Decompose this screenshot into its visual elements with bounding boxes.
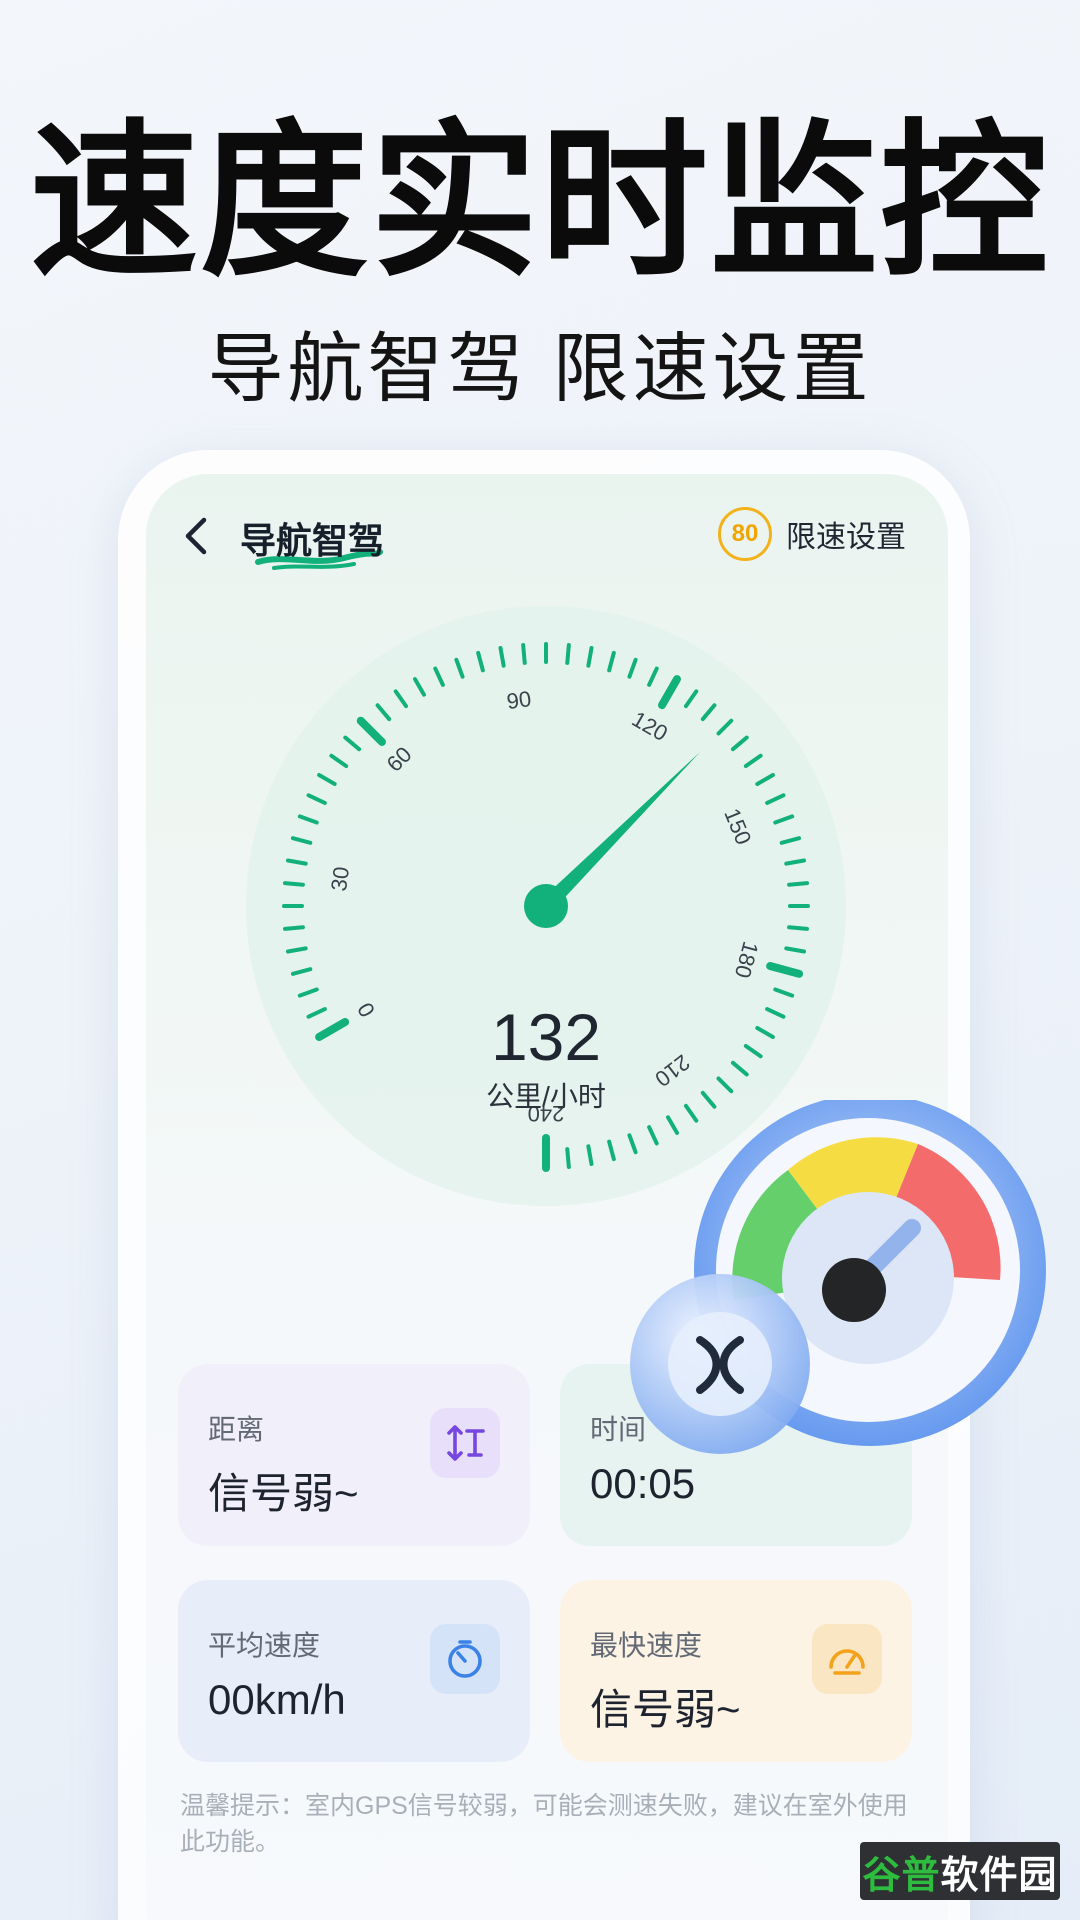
gauge-minor-tick: [521, 642, 527, 665]
speedometer-icon: [812, 1624, 882, 1694]
speedometer-3d-illustration-icon: [630, 1100, 1046, 1454]
timer-icon: [430, 1624, 500, 1694]
gauge-minor-tick: [787, 881, 810, 887]
gauge-needle-hub: [524, 884, 568, 928]
top-speed-card: 最快速度 信号弱~: [560, 1580, 912, 1762]
top-speed-value: 信号弱~: [590, 1686, 741, 1733]
distance-label: 距离: [208, 1414, 265, 1445]
current-speed-value: 132: [491, 1000, 601, 1074]
hero-title: 速度实时监控: [30, 108, 1050, 296]
distance-card: 距离 信号弱~: [178, 1364, 530, 1546]
hero-subtitle: 导航智驾 限速设置: [207, 327, 873, 412]
watermark-part1: 谷普: [862, 1854, 941, 1897]
gauge-minor-tick: [565, 642, 571, 665]
gauge-minor-tick: [787, 925, 810, 931]
gauge-minor-tick: [565, 1147, 571, 1170]
gauge-minor-tick: [282, 881, 305, 887]
average-speed-value: 00km/h: [208, 1676, 346, 1723]
top-speed-label: 最快速度: [590, 1630, 703, 1661]
gauge-tick-label: 30: [326, 865, 354, 893]
gauge-tick-label: 90: [505, 686, 533, 714]
watermark-part2: 软件园: [940, 1854, 1058, 1897]
distance-icon: [430, 1408, 500, 1478]
speed-unit: 公里/小时: [486, 1081, 606, 1112]
watermark-logo: 谷普 软件园: [860, 1842, 1060, 1900]
gauge-minor-tick: [282, 925, 305, 931]
tip-text: 温馨提示：室内GPS信号较弱，可能会测速失败，建议在室外使用此功能。: [180, 1792, 908, 1856]
average-speed-label: 平均速度: [208, 1630, 321, 1661]
distance-value: 信号弱~: [208, 1470, 359, 1517]
average-speed-card: 平均速度 00km/h: [178, 1580, 530, 1762]
